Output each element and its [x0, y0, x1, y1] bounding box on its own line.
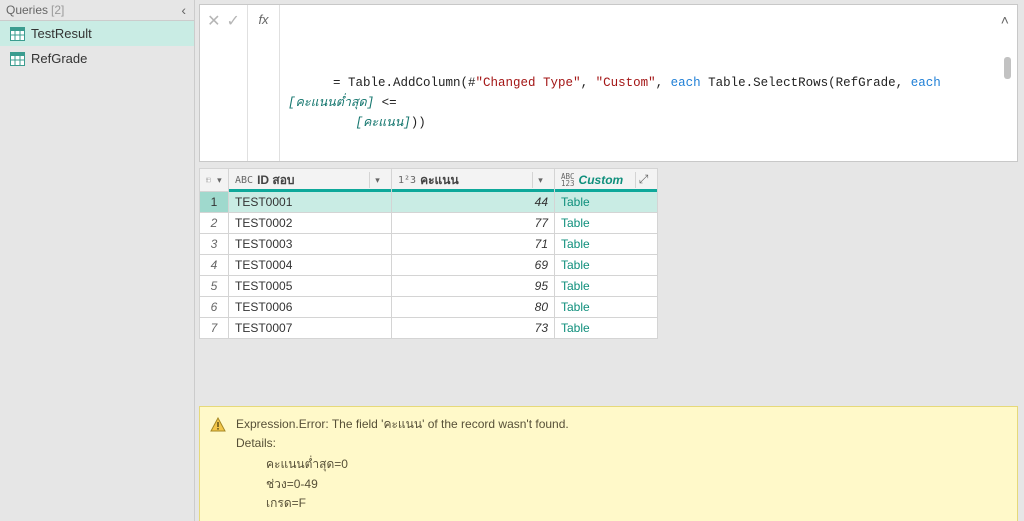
type-number-icon: 1²3	[398, 175, 416, 186]
formula-input[interactable]: ˄ = Table.AddColumn(#"Changed Type", "Cu…	[280, 5, 1017, 161]
table-icon	[10, 27, 25, 41]
error-panel: Expression.Error: The field 'คะแนน' of t…	[199, 406, 1018, 521]
error-detail-line: เกรด=F	[266, 494, 569, 513]
formula-actions: ✕ ✓	[200, 5, 248, 161]
error-detail-line: คะแนนต่ำสุด=0	[266, 455, 569, 474]
column-filter-score-icon[interactable]: ▾	[532, 172, 548, 188]
table-row[interactable]: 6TEST000680Table	[199, 297, 658, 318]
cell-score[interactable]: 69	[392, 255, 555, 276]
row-number[interactable]: 7	[199, 318, 229, 339]
cell-score[interactable]: 77	[392, 213, 555, 234]
query-item-refgrade[interactable]: RefGrade	[0, 46, 194, 71]
cell-custom[interactable]: Table	[555, 276, 658, 297]
queries-count: [2]	[51, 3, 64, 17]
column-label-score: คะแนน	[420, 171, 459, 190]
column-header-id[interactable]: ABC ID สอบ ▾	[229, 168, 392, 192]
cell-custom[interactable]: Table	[555, 297, 658, 318]
type-text-icon: ABC	[235, 175, 253, 186]
column-filter-id-icon[interactable]: ▾	[369, 172, 385, 188]
formula-scrollbar[interactable]	[1004, 57, 1011, 79]
cell-id[interactable]: TEST0003	[229, 234, 392, 255]
table-row[interactable]: 4TEST000469Table	[199, 255, 658, 276]
row-number[interactable]: 3	[199, 234, 229, 255]
row-number[interactable]: 6	[199, 297, 229, 318]
cell-id[interactable]: TEST0002	[229, 213, 392, 234]
cell-id[interactable]: TEST0006	[229, 297, 392, 318]
formula-cancel-icon[interactable]: ✕	[207, 11, 220, 31]
error-detail-line: ช่วง=0-49	[266, 475, 569, 494]
cell-id[interactable]: TEST0001	[229, 192, 392, 213]
grid-corner[interactable]: ▾	[199, 168, 229, 192]
cell-custom[interactable]: Table	[555, 213, 658, 234]
cell-id[interactable]: TEST0007	[229, 318, 392, 339]
table-row[interactable]: 1TEST000144Table	[199, 192, 658, 213]
cell-score[interactable]: 71	[392, 234, 555, 255]
data-grid: ▾ ABC ID สอบ ▾ 1²3 คะแนน ▾ ABC123 Custom…	[199, 168, 1018, 339]
table-row[interactable]: 5TEST000595Table	[199, 276, 658, 297]
column-header-score[interactable]: 1²3 คะแนน ▾	[392, 168, 555, 192]
formula-collapse-icon[interactable]: ˄	[1001, 11, 1009, 33]
grid-corner-dropdown-icon[interactable]: ▾	[217, 172, 222, 188]
main-area: ✕ ✓ fx ˄ = Table.AddColumn(#"Changed Typ…	[195, 0, 1024, 521]
cell-custom[interactable]: Table	[555, 234, 658, 255]
cell-score[interactable]: 44	[392, 192, 555, 213]
table-row[interactable]: 7TEST000773Table	[199, 318, 658, 339]
warning-icon	[210, 417, 226, 436]
query-item-testresult[interactable]: TestResult	[0, 21, 194, 46]
query-label: TestResult	[31, 26, 92, 41]
cell-custom[interactable]: Table	[555, 318, 658, 339]
cell-id[interactable]: TEST0004	[229, 255, 392, 276]
formula-bar: ✕ ✓ fx ˄ = Table.AddColumn(#"Changed Typ…	[199, 4, 1018, 162]
table-icon	[10, 52, 25, 66]
query-label: RefGrade	[31, 51, 87, 66]
fx-icon[interactable]: fx	[248, 5, 280, 161]
row-number[interactable]: 1	[199, 192, 229, 213]
collapse-panel-icon[interactable]: ‹	[179, 2, 188, 18]
column-header-custom[interactable]: ABC123 Custom ⤢	[555, 168, 658, 192]
cell-custom[interactable]: Table	[555, 192, 658, 213]
cell-score[interactable]: 80	[392, 297, 555, 318]
error-title: Expression.Error: The field 'คะแนน' of t…	[236, 415, 569, 434]
row-number[interactable]: 2	[199, 213, 229, 234]
row-number[interactable]: 5	[199, 276, 229, 297]
type-any-icon: ABC123	[561, 173, 575, 187]
cell-score[interactable]: 95	[392, 276, 555, 297]
error-body: Expression.Error: The field 'คะแนน' of t…	[236, 415, 569, 513]
queries-panel: Queries [2] ‹ TestResult RefGrade	[0, 0, 195, 521]
cell-id[interactable]: TEST0005	[229, 276, 392, 297]
table-row[interactable]: 3TEST000371Table	[199, 234, 658, 255]
column-label-id: ID สอบ	[257, 171, 294, 190]
row-number[interactable]: 4	[199, 255, 229, 276]
formula-confirm-icon[interactable]: ✓	[227, 11, 240, 31]
error-details-label: Details:	[236, 434, 569, 453]
queries-title: Queries	[6, 3, 48, 17]
cell-custom[interactable]: Table	[555, 255, 658, 276]
cell-score[interactable]: 73	[392, 318, 555, 339]
column-label-custom: Custom	[579, 173, 624, 187]
table-row[interactable]: 2TEST000277Table	[199, 213, 658, 234]
column-expand-custom-icon[interactable]: ⤢	[635, 172, 651, 188]
queries-header: Queries [2] ‹	[0, 2, 194, 21]
